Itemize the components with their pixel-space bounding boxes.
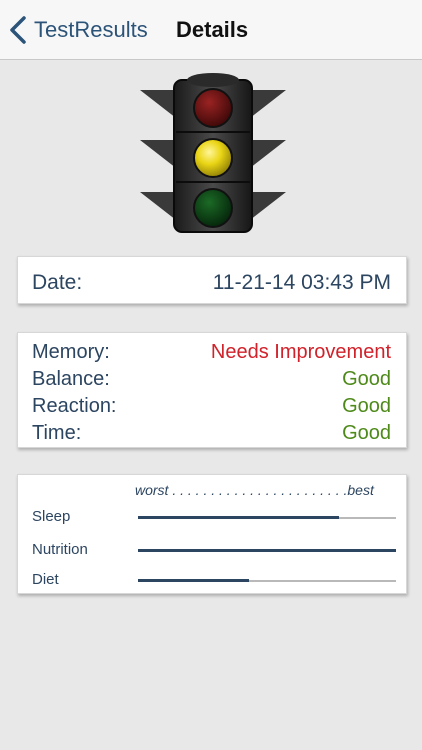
result-value: Good	[342, 395, 391, 417]
lifestyle-row-nutrition: Nutrition	[32, 541, 396, 561]
date-card: Date: 11-21-14 03:43 PM	[17, 256, 407, 304]
result-value: Needs Improvement	[210, 341, 391, 363]
result-label: Memory:	[32, 341, 110, 363]
results-card: Memory: Needs Improvement Balance: Good …	[17, 332, 407, 448]
result-value: Good	[342, 422, 391, 444]
back-button-label: TestResults	[34, 17, 148, 42]
level-track	[138, 516, 396, 519]
chevron-left-icon	[10, 16, 26, 44]
page-title: Details	[176, 17, 249, 42]
result-label: Reaction:	[32, 395, 117, 417]
lifestyle-label: Sleep	[32, 508, 71, 525]
date-label: Date:	[32, 271, 83, 294]
lifestyle-label: Nutrition	[32, 541, 88, 558]
result-row-balance: Balance: Good	[32, 368, 391, 394]
scale-label: worst . . . . . . . . . . . . . . . . . …	[135, 482, 374, 498]
traffic-light-icon	[138, 70, 288, 234]
level-fill	[138, 579, 249, 582]
lifestyle-row-diet: Diet	[32, 571, 396, 591]
level-fill	[138, 549, 396, 552]
lifestyle-card: worst . . . . . . . . . . . . . . . . . …	[17, 474, 407, 594]
result-row-memory: Memory: Needs Improvement	[32, 341, 391, 367]
lifestyle-row-sleep: Sleep	[32, 508, 396, 528]
level-track	[138, 549, 396, 552]
result-row-time: Time: Good	[32, 422, 391, 448]
result-row-reaction: Reaction: Good	[32, 395, 391, 421]
result-label: Balance:	[32, 368, 110, 390]
result-value: Good	[342, 368, 391, 390]
level-track	[138, 579, 396, 582]
lifestyle-label: Diet	[32, 571, 59, 588]
date-value: 11-21-14 03:43 PM	[212, 271, 391, 294]
result-label: Time:	[32, 422, 82, 444]
level-fill	[138, 516, 340, 519]
navigation-bar: TestResults Details	[0, 0, 422, 60]
back-button[interactable]: TestResults	[8, 13, 148, 47]
